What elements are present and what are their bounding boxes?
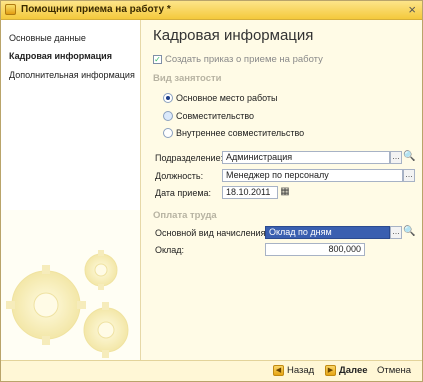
department-select-button[interactable]: … <box>390 151 402 164</box>
department-label: Подразделение: <box>155 153 224 163</box>
hire-date-label: Дата приема: <box>155 188 212 198</box>
sidebar-item-basic-data[interactable]: Основные данные <box>9 33 86 43</box>
accrual-type-field[interactable]: Оклад по дням <box>265 226 390 239</box>
footer-bar: ◀ Назад ▶ Далее Отмена <box>1 360 422 381</box>
sidebar-item-additional-info[interactable]: Дополнительная информация <box>9 70 135 80</box>
create-order-checkbox[interactable]: ✓ Создать приказ о приеме на работу <box>153 54 323 65</box>
close-icon[interactable]: × <box>408 2 416 18</box>
cancel-label: Отмена <box>377 365 412 376</box>
create-order-label: Создать приказ о приеме на работу <box>165 54 323 65</box>
page-title: Кадровая информация <box>153 27 314 44</box>
hire-date-field[interactable]: 18.10.2011 <box>222 186 278 199</box>
checkbox-checked-icon: ✓ <box>153 55 162 64</box>
accrual-type-label: Основной вид начисления: <box>155 228 268 238</box>
radio-part-time[interactable]: Совместительство <box>163 111 254 121</box>
radio-unselected-icon <box>163 111 173 121</box>
radio-part-time-label: Совместительство <box>176 111 255 121</box>
accrual-type-select-button[interactable]: … <box>390 226 402 239</box>
position-label: Должность: <box>155 171 204 181</box>
accrual-type-search-icon[interactable]: 🔍 <box>403 226 415 239</box>
department-field[interactable]: Администрация <box>222 151 390 164</box>
sidebar-item-hr-info[interactable]: Кадровая информация <box>9 51 112 61</box>
next-label: Далее <box>339 365 368 376</box>
wizard-steps-sidebar: Основные данные Кадровая информация Допо… <box>1 20 141 360</box>
radio-internal-part-time-label: Внутреннее совместительство <box>176 128 305 138</box>
radio-main-workplace[interactable]: Основное место работы <box>163 93 278 103</box>
position-field[interactable]: Менеджер по персоналу <box>222 169 403 182</box>
back-label: Назад <box>287 365 315 376</box>
gears-illustration <box>1 210 140 360</box>
employment-section-title: Вид занятости <box>153 73 222 84</box>
main-panel: Кадровая информация ✓ Создать приказ о п… <box>141 20 422 360</box>
radio-internal-part-time[interactable]: Внутреннее совместительство <box>163 128 304 138</box>
next-button[interactable]: ▶ Далее <box>325 365 368 376</box>
calendar-icon[interactable]: ▦ <box>279 186 291 199</box>
position-select-button[interactable]: … <box>403 169 415 182</box>
wizard-window: Помощник приема на работу * × Основные д… <box>0 0 423 382</box>
arrow-left-icon: ◀ <box>273 365 284 376</box>
radio-unselected-icon <box>163 128 173 138</box>
salary-label: Оклад: <box>155 245 185 255</box>
salary-field[interactable]: 800,000 <box>265 243 365 256</box>
department-search-icon[interactable]: 🔍 <box>403 151 415 164</box>
radio-main-workplace-label: Основное место работы <box>176 93 278 103</box>
app-icon <box>5 4 16 15</box>
window-title: Помощник приема на работу * <box>21 4 171 15</box>
radio-selected-icon <box>163 93 173 103</box>
title-bar[interactable]: Помощник приема на работу * × <box>1 1 422 20</box>
back-button[interactable]: ◀ Назад <box>273 365 314 376</box>
pay-section-title: Оплата труда <box>153 210 217 221</box>
cancel-button[interactable]: Отмена <box>377 365 411 376</box>
arrow-right-icon: ▶ <box>325 365 336 376</box>
